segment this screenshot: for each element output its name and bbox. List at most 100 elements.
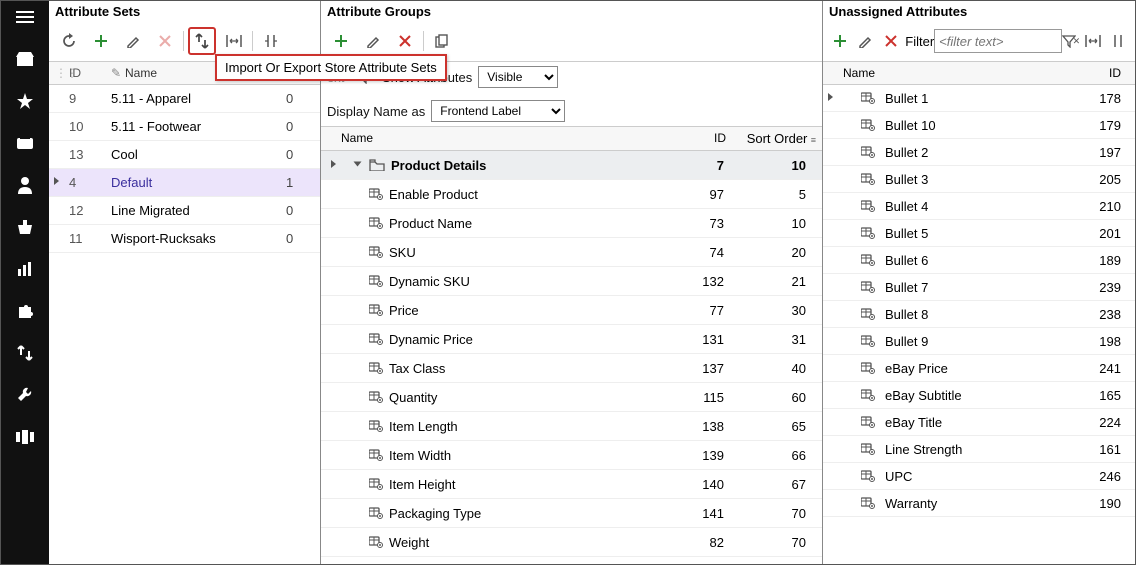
fit-columns-button[interactable] bbox=[220, 27, 248, 55]
attribute-row[interactable]: Item Height14067 bbox=[321, 470, 822, 499]
unassigned-row[interactable]: Warranty190 bbox=[823, 490, 1135, 517]
attr-sort: 40 bbox=[732, 361, 822, 376]
wrench-icon[interactable] bbox=[15, 385, 35, 405]
attribute-row[interactable]: Item Width13966 bbox=[321, 441, 822, 470]
unassigned-panel: Unassigned Attributes Filter ✕ Name ID B… bbox=[823, 1, 1135, 564]
copy-button[interactable] bbox=[428, 27, 456, 55]
unassigned-row[interactable]: Bullet 2197 bbox=[823, 139, 1135, 166]
ua-name: Bullet 7 bbox=[837, 280, 1079, 295]
col-id[interactable]: ID bbox=[662, 127, 732, 150]
col-name[interactable]: Name bbox=[335, 127, 662, 150]
attr-name: Item Height bbox=[369, 477, 662, 492]
display-as-select[interactable]: Frontend Label bbox=[431, 100, 565, 122]
unassigned-row[interactable]: Line Strength161 bbox=[823, 436, 1135, 463]
attribute-groups-panel: Attribute Groups ext> ✕ Show Attributes … bbox=[321, 1, 823, 564]
edit-attr-button[interactable] bbox=[854, 27, 875, 55]
unassigned-row[interactable]: Bullet 10179 bbox=[823, 112, 1135, 139]
sets-row[interactable]: 13Cool0 bbox=[49, 141, 320, 169]
set-extra: 0 bbox=[280, 199, 320, 222]
columns-button[interactable] bbox=[257, 27, 285, 55]
attr-name: Product Name bbox=[369, 216, 662, 231]
delete-attr-button[interactable] bbox=[880, 27, 901, 55]
attr-sort: 5 bbox=[732, 187, 822, 202]
attribute-icon bbox=[369, 304, 383, 316]
col-id[interactable]: ID bbox=[1079, 62, 1135, 84]
expand-icon[interactable] bbox=[345, 160, 369, 171]
delete-button[interactable] bbox=[151, 27, 179, 55]
unassigned-row[interactable]: Bullet 3205 bbox=[823, 166, 1135, 193]
attribute-row[interactable]: Weight8270 bbox=[321, 528, 822, 557]
attr-id: 82 bbox=[662, 535, 732, 550]
chart-icon[interactable] bbox=[15, 259, 35, 279]
ua-name: Bullet 10 bbox=[837, 118, 1079, 133]
fit-columns-button[interactable] bbox=[1082, 27, 1103, 55]
attribute-icon bbox=[861, 470, 875, 482]
col-sort[interactable]: Sort Order ≡ bbox=[732, 127, 822, 150]
unassigned-row[interactable]: Bullet 6189 bbox=[823, 247, 1135, 274]
edit-group-button[interactable] bbox=[359, 27, 387, 55]
star-icon[interactable] bbox=[15, 91, 35, 111]
sets-row[interactable]: 105.11 - Footwear0 bbox=[49, 113, 320, 141]
attr-name: Price bbox=[369, 303, 662, 318]
attr-sort: 10 bbox=[732, 216, 822, 231]
unassigned-row[interactable]: Bullet 8238 bbox=[823, 301, 1135, 328]
col-id[interactable]: ID bbox=[63, 62, 105, 84]
unassigned-row[interactable]: Bullet 1178 bbox=[823, 85, 1135, 112]
set-extra: 1 bbox=[280, 171, 320, 194]
sets-row[interactable]: 11Wisport-Rucksaks0 bbox=[49, 225, 320, 253]
attribute-row[interactable]: Item Length13865 bbox=[321, 412, 822, 441]
ua-id: 201 bbox=[1079, 226, 1135, 241]
unassigned-row[interactable]: eBay Subtitle165 bbox=[823, 382, 1135, 409]
unassigned-row[interactable]: eBay Price241 bbox=[823, 355, 1135, 382]
attribute-row[interactable]: Packaging Type14170 bbox=[321, 499, 822, 528]
attribute-row[interactable]: Price7730 bbox=[321, 296, 822, 325]
unassigned-row[interactable]: eBay Title224 bbox=[823, 409, 1135, 436]
unassigned-row[interactable]: Bullet 5201 bbox=[823, 220, 1135, 247]
columns-button[interactable] bbox=[1108, 27, 1129, 55]
unassigned-row[interactable]: UPC246 bbox=[823, 463, 1135, 490]
col-name[interactable]: Name bbox=[837, 62, 1079, 84]
basket-icon[interactable] bbox=[15, 217, 35, 237]
show-attr-select[interactable]: Visible bbox=[478, 66, 558, 88]
clear-filter-icon[interactable]: ✕ bbox=[1062, 32, 1080, 50]
delete-group-button[interactable] bbox=[391, 27, 419, 55]
unassigned-row[interactable]: Bullet 9198 bbox=[823, 328, 1135, 355]
add-button[interactable] bbox=[87, 27, 115, 55]
sets-row[interactable]: 4Default1 bbox=[49, 169, 320, 197]
transfer-icon[interactable] bbox=[15, 343, 35, 363]
add-attr-button[interactable] bbox=[829, 27, 850, 55]
puzzle-icon[interactable] bbox=[15, 301, 35, 321]
attribute-row[interactable]: Tax Class13740 bbox=[321, 354, 822, 383]
attribute-icon bbox=[861, 173, 875, 185]
attr-name: SKU bbox=[369, 245, 662, 260]
refresh-button[interactable] bbox=[55, 27, 83, 55]
inbox-icon[interactable] bbox=[15, 133, 35, 153]
sets-row[interactable]: 12Line Migrated0 bbox=[49, 197, 320, 225]
unassigned-row[interactable]: Bullet 7239 bbox=[823, 274, 1135, 301]
attr-name: Item Width bbox=[369, 448, 662, 463]
drag-handle-icon: ⋮⋮ bbox=[49, 62, 63, 84]
attribute-row[interactable]: Quantity11560 bbox=[321, 383, 822, 412]
group-row[interactable]: Product Details710 bbox=[321, 151, 822, 180]
attribute-icon bbox=[861, 308, 875, 320]
attribute-row[interactable]: Dynamic Weight13371 bbox=[321, 557, 822, 564]
import-export-button[interactable] bbox=[188, 27, 216, 55]
menu-icon[interactable] bbox=[15, 7, 35, 27]
attr-sort: 21 bbox=[732, 274, 822, 289]
attribute-row[interactable]: Dynamic SKU13221 bbox=[321, 267, 822, 296]
ua-name: Bullet 8 bbox=[837, 307, 1079, 322]
ua-id: 165 bbox=[1079, 388, 1135, 403]
attribute-icon bbox=[369, 449, 383, 461]
attribute-row[interactable]: Dynamic Price13131 bbox=[321, 325, 822, 354]
attribute-row[interactable]: Enable Product975 bbox=[321, 180, 822, 209]
attribute-row[interactable]: SKU7420 bbox=[321, 238, 822, 267]
store-icon[interactable] bbox=[15, 49, 35, 69]
unassigned-row[interactable]: Bullet 4210 bbox=[823, 193, 1135, 220]
sets-row[interactable]: 95.11 - Apparel0 bbox=[49, 85, 320, 113]
add-group-button[interactable] bbox=[327, 27, 355, 55]
panels-icon[interactable] bbox=[15, 427, 35, 447]
attribute-row[interactable]: Product Name7310 bbox=[321, 209, 822, 238]
user-icon[interactable] bbox=[15, 175, 35, 195]
filter-input[interactable] bbox=[934, 29, 1062, 53]
edit-button[interactable] bbox=[119, 27, 147, 55]
